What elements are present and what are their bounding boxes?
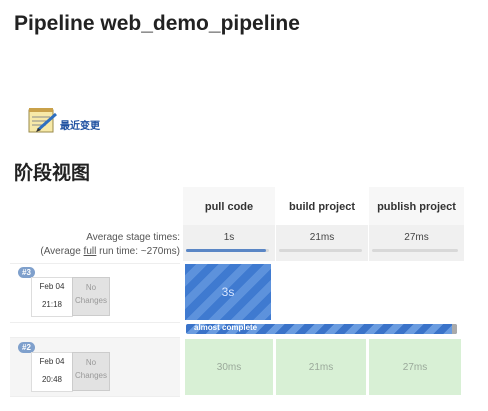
progress-remaining <box>451 324 457 334</box>
build-date-time: 21:18 <box>41 300 63 309</box>
recent-changes-link[interactable]: 最近变更 <box>26 104 100 136</box>
avg-line2: (Average full run time: ~270ms) <box>10 245 180 259</box>
avg-time-pull-code: 1s <box>183 225 275 261</box>
stage-view-title: 阶段视图 <box>14 163 91 184</box>
avg-line1: Average stage times: <box>86 232 180 243</box>
avg-bar-fill <box>186 249 266 252</box>
build-progress-bar: almost complete <box>186 324 457 334</box>
avg-bar <box>186 249 269 252</box>
changes-box[interactable]: No Changes <box>72 277 110 316</box>
stage-cell-success[interactable]: 30ms <box>185 339 273 395</box>
average-stage-times-label: Average stage times: (Average full run t… <box>10 231 180 259</box>
avg-full-link[interactable]: full <box>84 246 97 257</box>
build-date-day: Feb 04 <box>39 357 65 366</box>
progress-label: almost complete <box>194 324 258 332</box>
build-date-time: 20:48 <box>41 375 63 384</box>
avg-time-build-project: 21ms <box>276 225 368 261</box>
recent-changes-label: 最近变更 <box>60 121 100 132</box>
avg-line2-suffix: run time: ~270ms) <box>96 246 180 257</box>
avg-time-publish-project: 27ms <box>369 225 464 261</box>
stage-cell-running[interactable]: 3s <box>185 264 271 320</box>
build-date-day: Feb 04 <box>39 282 65 291</box>
build-date: Feb 04 21:18 <box>31 277 73 317</box>
changes-box[interactable]: No Changes <box>72 352 110 391</box>
stage-cell-empty <box>276 264 368 320</box>
stage-header-build-project: build project <box>276 187 368 227</box>
stage-view: pull code build project publish project … <box>10 187 465 402</box>
stage-header-pull-code: pull code <box>183 187 275 227</box>
notepad-icon <box>28 108 57 133</box>
avg-bar <box>279 249 362 252</box>
stage-header-publish-project: publish project <box>369 187 464 227</box>
stage-cell-empty <box>369 264 464 320</box>
page-title: Pipeline web_demo_pipeline <box>14 12 300 35</box>
stage-cell-success[interactable]: 21ms <box>276 339 366 395</box>
avg-value: 21ms <box>309 232 335 243</box>
avg-bar <box>372 249 458 252</box>
stage-cell-success[interactable]: 27ms <box>369 339 461 395</box>
build-date: Feb 04 20:48 <box>31 352 73 392</box>
avg-value: 1s <box>223 232 235 243</box>
avg-line2-prefix: (Average <box>40 246 84 257</box>
avg-value: 27ms <box>404 232 429 243</box>
